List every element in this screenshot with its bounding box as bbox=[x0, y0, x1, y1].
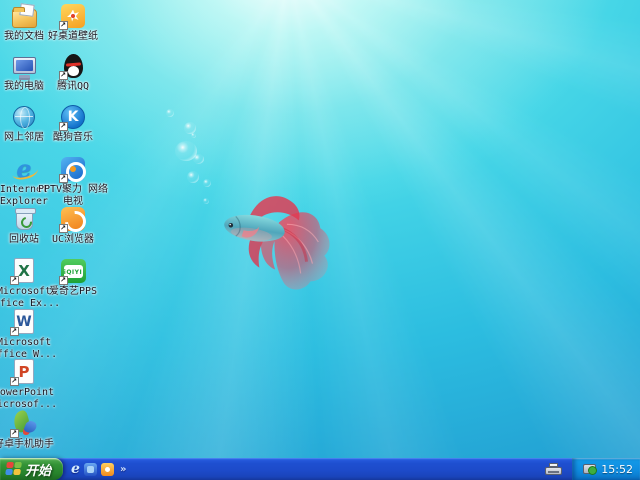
desktop-screen: 我的文档 我的电脑 网上邻居 e Internet Explorer 回收站 X… bbox=[0, 0, 640, 480]
desktop-icon-iqiyi-pps[interactable]: iQIYI 爱奇艺PPS bbox=[30, 257, 116, 298]
icon-label: 好桌道壁纸 bbox=[48, 31, 98, 43]
desktop-icon-pptv[interactable]: PPTV聚力 网络电视 bbox=[30, 155, 116, 208]
system-tray: 15:52 bbox=[572, 458, 640, 480]
shortcut-arrow-icon bbox=[10, 377, 19, 386]
quick-launch-blue-app-icon[interactable] bbox=[84, 463, 97, 476]
shortcut-arrow-icon bbox=[59, 174, 68, 183]
bubble bbox=[203, 179, 211, 187]
printer-slot bbox=[548, 471, 559, 473]
flag-pane-red bbox=[6, 462, 14, 468]
shortcut-arrow-icon bbox=[10, 327, 19, 336]
kugou-music-icon: K bbox=[60, 103, 87, 130]
pinwheel-red-petal bbox=[23, 428, 30, 435]
desktop-icon-tencent-qq[interactable]: 腾讯QQ bbox=[30, 52, 116, 93]
tray-clock[interactable]: 15:52 bbox=[601, 463, 633, 476]
betta-fish bbox=[222, 186, 340, 298]
bubble bbox=[203, 198, 209, 204]
desktop-icon-ms-powerpoint[interactable]: P PowerPoint Microsof... bbox=[0, 358, 67, 411]
taskbar: 开始 e » 15:52 bbox=[0, 458, 640, 480]
icon-label: 好卓手机助手 bbox=[0, 439, 54, 451]
bubble bbox=[193, 154, 204, 164]
desktop-icon-ms-word[interactable]: W Microsoft Office W... bbox=[0, 308, 67, 361]
windows-logo-icon bbox=[5, 462, 22, 476]
desktop-icon-kugou-music[interactable]: K 酷狗音乐 bbox=[30, 103, 116, 144]
icon-label: PowerPoint Microsof... bbox=[0, 387, 63, 411]
bubble bbox=[166, 109, 174, 117]
powerpoint-p-glyph: P bbox=[19, 363, 30, 381]
ms-powerpoint-icon: P bbox=[11, 358, 38, 385]
tencent-qq-icon bbox=[60, 52, 87, 79]
excel-x-glyph: X bbox=[18, 262, 30, 280]
desktop-icon-uc-browser[interactable]: UC浏览器 bbox=[30, 205, 116, 246]
printer-icon[interactable] bbox=[545, 463, 562, 476]
icon-label: UC浏览器 bbox=[52, 234, 94, 246]
iqiyi-glyph: iQIYI bbox=[64, 270, 82, 276]
quick-launch-orange-app-icon[interactable] bbox=[101, 463, 114, 476]
shortcut-arrow-icon bbox=[59, 21, 68, 30]
icon-label: 腾讯QQ bbox=[57, 81, 89, 93]
word-w-glyph: W bbox=[16, 314, 31, 330]
pptv-icon bbox=[60, 155, 87, 182]
quick-launch-overflow-chevron[interactable]: » bbox=[120, 464, 126, 475]
icon-label: 酷狗音乐 bbox=[53, 132, 93, 144]
flag-pane-yellow bbox=[13, 469, 21, 475]
shortcut-arrow-icon bbox=[10, 276, 19, 285]
icon-label: 爱奇艺PPS bbox=[49, 286, 97, 298]
uc-browser-icon bbox=[60, 205, 87, 232]
flag-pane-green bbox=[14, 462, 22, 468]
safely-remove-hardware-icon[interactable] bbox=[583, 464, 596, 474]
quick-launch-bar: e » bbox=[63, 458, 132, 480]
shortcut-arrow-icon bbox=[59, 276, 68, 285]
iqiyi-pps-icon: iQIYI bbox=[60, 257, 87, 284]
bubble bbox=[187, 171, 199, 183]
shortcut-arrow-icon bbox=[59, 224, 68, 233]
desktop-icon-haozhuodao-wallpaper[interactable]: 好桌道壁纸 bbox=[30, 2, 116, 43]
quick-launch-ie-icon[interactable]: e bbox=[71, 462, 80, 476]
bubble bbox=[191, 133, 196, 138]
start-button[interactable]: 开始 bbox=[0, 458, 63, 480]
printer-paper bbox=[549, 463, 558, 467]
shortcut-arrow-icon bbox=[59, 71, 68, 80]
haozhuodao-wallpaper-icon bbox=[60, 2, 87, 29]
shortcut-arrow-icon bbox=[59, 122, 68, 131]
ms-word-icon: W bbox=[11, 308, 38, 335]
desktop-icon-haozhuo-assistant[interactable]: 好卓手机助手 bbox=[0, 410, 67, 451]
shortcut-arrow-icon bbox=[10, 429, 19, 438]
haozhuo-assistant-icon bbox=[11, 410, 38, 437]
start-label: 开始 bbox=[25, 460, 51, 479]
flag-pane-blue bbox=[5, 469, 13, 475]
